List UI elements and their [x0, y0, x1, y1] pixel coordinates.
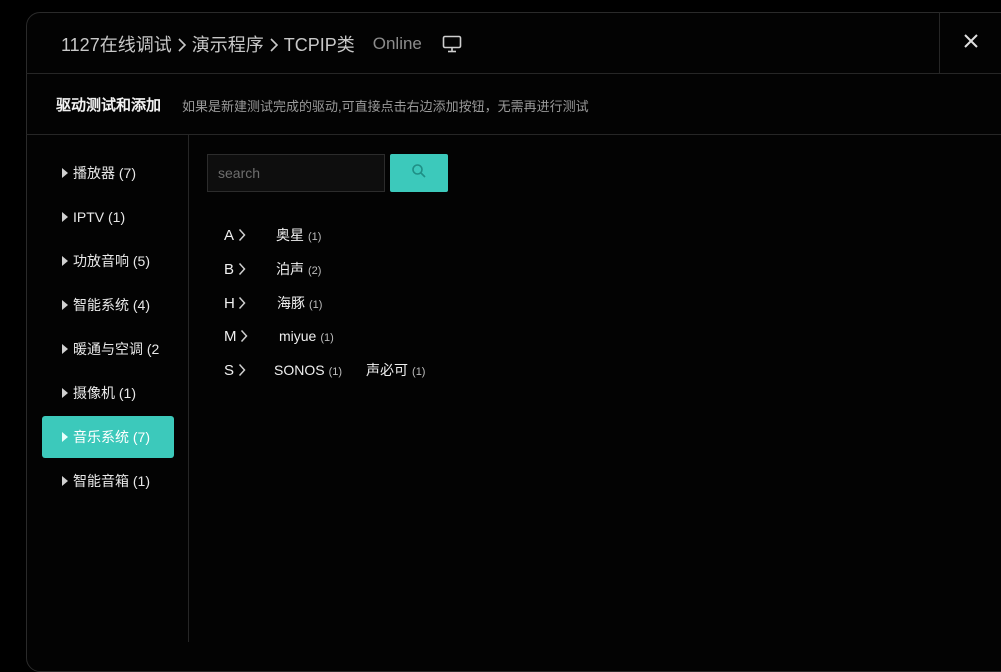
chevron-right-icon: [172, 34, 192, 55]
brand-item[interactable]: miyue (1): [279, 328, 334, 344]
sidebar-item-smart-system[interactable]: 智能系统 (4): [42, 284, 174, 326]
category-sidebar: 播放器 (7) IPTV (1) 功放音响 (5) 智能系统 (4) 暖通与空调…: [26, 135, 189, 642]
breadcrumb-item-category[interactable]: TCPIP类: [284, 31, 355, 57]
brand-count: (2): [308, 265, 322, 277]
chevron-right-icon: [238, 228, 256, 242]
chevron-right-icon: [240, 329, 258, 343]
brand-item[interactable]: 海豚 (1): [277, 293, 322, 313]
sidebar-item-label: 功放音响 (5): [73, 253, 150, 269]
sidebar-item-player[interactable]: 播放器 (7): [42, 152, 174, 194]
brand-group-row: A 奥星 (1): [224, 224, 345, 246]
dialog-header: 1127在线调试 演示程序 TCPIP类 Online: [26, 12, 1001, 74]
chevron-right-icon: [238, 363, 256, 377]
breadcrumb-item-project[interactable]: 1127在线调试: [61, 31, 172, 57]
brand-count: (1): [412, 366, 426, 378]
brand-name: 海豚: [277, 295, 305, 311]
sidebar-item-amplifier[interactable]: 功放音响 (5): [42, 240, 174, 282]
brand-count: (1): [320, 332, 334, 344]
group-letter: H: [224, 294, 235, 312]
group-letter: B: [224, 260, 235, 278]
caret-right-icon: [62, 388, 68, 398]
sidebar-item-label: 播放器 (7): [73, 165, 136, 181]
section-hint: 如果是新建测试完成的驱动,可直接点击右边添加按钮，无需再进行测试: [182, 99, 589, 114]
caret-right-icon: [62, 212, 68, 222]
chevron-right-icon: [238, 262, 256, 276]
breadcrumb: 1127在线调试 演示程序 TCPIP类 Online: [61, 31, 462, 57]
caret-right-icon: [62, 300, 68, 310]
brand-item[interactable]: 奥星 (1): [276, 225, 321, 245]
sidebar-item-music-system[interactable]: 音乐系统 (7): [42, 416, 174, 458]
close-icon: [963, 33, 978, 53]
section-header: 驱动测试和添加 如果是新建测试完成的驱动,可直接点击右边添加按钮，无需再进行测试: [26, 74, 1001, 135]
online-status: Online: [372, 34, 422, 53]
brand-group-row: B 泊声 (2): [224, 258, 345, 280]
group-letter: M: [224, 327, 237, 345]
brand-group-row: H 海豚 (1): [224, 292, 346, 314]
brand-name: 泊声: [276, 261, 304, 277]
chevron-right-icon: [238, 296, 256, 310]
brand-count: (1): [309, 299, 323, 311]
sidebar-item-iptv[interactable]: IPTV (1): [42, 196, 174, 238]
caret-right-icon: [62, 432, 68, 442]
sidebar-item-label: 智能系统 (4): [73, 297, 150, 313]
search-button[interactable]: [390, 154, 448, 192]
monitor-icon[interactable]: [442, 35, 462, 53]
sidebar-item-label: 音乐系统 (7): [73, 429, 150, 445]
brand-group-row: S SONOS (1) 声必可 (1): [224, 359, 449, 381]
brand-count: (1): [308, 231, 322, 243]
caret-right-icon: [62, 476, 68, 486]
sidebar-item-label: 智能音箱 (1): [73, 473, 150, 489]
brand-item[interactable]: 声必可 (1): [366, 360, 425, 380]
caret-right-icon: [62, 168, 68, 178]
brand-name: 奥星: [276, 227, 304, 243]
group-letter: A: [224, 226, 235, 244]
brand-name: SONOS: [274, 362, 325, 378]
brand-item[interactable]: 泊声 (2): [276, 259, 321, 279]
brand-name: miyue: [279, 328, 317, 344]
search-icon: [411, 163, 427, 184]
brand-count: (1): [328, 366, 343, 378]
group-letter: S: [224, 361, 235, 379]
sidebar-item-smart-speaker[interactable]: 智能音箱 (1): [42, 460, 174, 502]
close-button[interactable]: [939, 12, 1001, 74]
search-input[interactable]: [207, 154, 385, 192]
brand-item[interactable]: SONOS (1): [274, 362, 342, 378]
chevron-right-icon: [264, 34, 284, 55]
brand-name: 声必可: [366, 362, 409, 378]
sidebar-item-label: IPTV (1): [73, 209, 126, 225]
sidebar-item-hvac[interactable]: 暖通与空调 (2: [42, 328, 174, 370]
section-title: 驱动测试和添加: [56, 97, 162, 114]
breadcrumb-item-program[interactable]: 演示程序: [192, 31, 264, 57]
caret-right-icon: [62, 344, 68, 354]
sidebar-item-camera[interactable]: 摄像机 (1): [42, 372, 174, 414]
sidebar-item-label: 暖通与空调 (2: [73, 341, 160, 357]
brand-group-row: M miyue (1): [224, 325, 358, 347]
sidebar-item-label: 摄像机 (1): [73, 385, 136, 401]
caret-right-icon: [62, 256, 68, 266]
